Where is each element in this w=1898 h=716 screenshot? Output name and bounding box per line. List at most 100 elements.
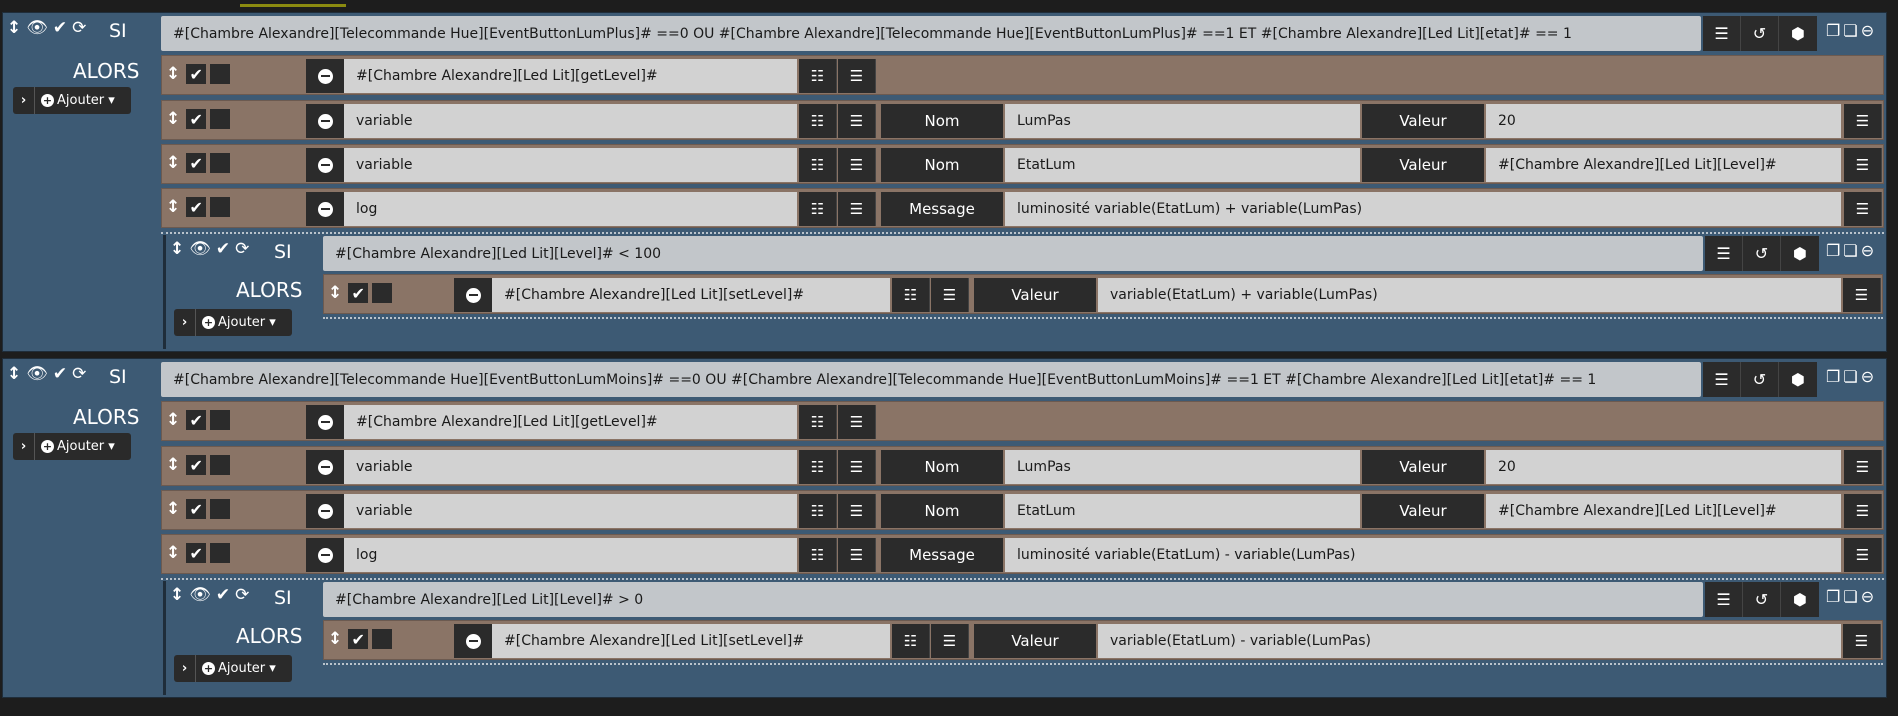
eye-icon[interactable]: 👁 — [189, 241, 211, 258]
remove-action-button[interactable] — [306, 538, 344, 572]
nested-condition-field[interactable]: #[Chambre Alexandre][Led Lit][Level]# > … — [323, 582, 1703, 617]
options-button[interactable]: ☰ — [1844, 192, 1882, 226]
remove-icon[interactable]: ⊖ — [1861, 21, 1874, 40]
command-field[interactable]: #[Chambre Alexandre][Led Lit][getLevel]# — [344, 405, 797, 439]
options-button[interactable]: ☰ — [1844, 494, 1882, 528]
drag-handle-icon[interactable]: ↕ — [166, 543, 180, 563]
add-button[interactable]: › + Ajouter ▾ — [174, 655, 292, 682]
enable-checkbox[interactable]: ✔ — [186, 543, 207, 563]
drag-handle-icon[interactable]: ↕ — [7, 20, 21, 37]
drag-handle-icon[interactable]: ↕ — [7, 366, 21, 383]
copy-icon[interactable]: ❐ — [1826, 367, 1840, 386]
value-field[interactable]: variable(EtatLum) - variable(LumPas) — [1098, 624, 1841, 658]
options-button[interactable]: ☰ — [838, 104, 876, 138]
options-button[interactable]: ☰ — [931, 624, 969, 658]
option-checkbox[interactable] — [210, 197, 231, 217]
condition-field[interactable]: #[Chambre Alexandre][Telecommande Hue][E… — [161, 362, 1701, 397]
remove-action-button[interactable] — [306, 450, 344, 484]
eye-icon[interactable]: 👁 — [189, 587, 211, 604]
enable-checkbox[interactable]: ✔ — [186, 410, 207, 430]
name-field[interactable]: EtatLum — [1005, 494, 1360, 528]
options-button[interactable]: ☰ — [838, 450, 876, 484]
name-field[interactable]: LumPas — [1005, 104, 1360, 138]
options-button[interactable]: ☰ — [931, 278, 969, 312]
value-field[interactable]: 20 — [1486, 104, 1841, 138]
add-button[interactable]: › + Ajouter ▾ — [13, 433, 131, 460]
message-field[interactable]: luminosité variable(EtatLum) + variable(… — [1005, 192, 1841, 226]
add-button[interactable]: › + Ajouter ▾ — [174, 309, 292, 336]
command-field[interactable]: #[Chambre Alexandre][Led Lit][getLevel]# — [344, 59, 797, 93]
command-field[interactable]: variable — [344, 104, 797, 138]
enable-checkbox[interactable]: ✔ — [186, 64, 207, 84]
select-cmd-button[interactable]: ☷ — [892, 278, 930, 312]
eye-icon[interactable]: 👁 — [26, 20, 48, 37]
add-button[interactable]: › + Ajouter ▾ — [13, 87, 131, 114]
value-field[interactable]: #[Chambre Alexandre][Led Lit][Level]# — [1486, 494, 1841, 528]
drag-handle-icon[interactable]: ↕ — [166, 197, 180, 217]
refresh-icon[interactable]: ⟳ — [235, 241, 249, 258]
history-icon[interactable]: ↺ — [1741, 16, 1779, 51]
drag-handle-icon[interactable]: ↕ — [166, 64, 180, 84]
drag-handle-icon[interactable]: ↕ — [170, 587, 184, 604]
option-checkbox[interactable] — [372, 283, 393, 303]
paste-icon[interactable]: ❏ — [1843, 587, 1857, 606]
option-checkbox[interactable] — [372, 629, 393, 649]
command-field[interactable]: log — [344, 538, 797, 572]
select-cmd-button[interactable]: ☷ — [799, 494, 837, 528]
paste-icon[interactable]: ❏ — [1843, 367, 1857, 386]
refresh-icon[interactable]: ⟳ — [72, 20, 86, 37]
copy-icon[interactable]: ❐ — [1826, 587, 1840, 606]
enable-checkbox[interactable]: ✔ — [186, 197, 207, 217]
remove-action-button[interactable] — [306, 59, 344, 93]
select-cmd-button[interactable]: ☷ — [892, 624, 930, 658]
chevron-right-icon[interactable]: › — [13, 87, 35, 114]
command-field[interactable]: #[Chambre Alexandre][Led Lit][setLevel]# — [492, 278, 890, 312]
chevron-right-icon[interactable]: › — [174, 655, 196, 682]
value-field[interactable]: #[Chambre Alexandre][Led Lit][Level]# — [1486, 148, 1841, 182]
options-button[interactable]: ☰ — [838, 59, 876, 93]
eye-icon[interactable]: 👁 — [26, 366, 48, 383]
enable-checkbox[interactable]: ✔ — [186, 153, 207, 173]
check-icon[interactable]: ✔ — [216, 241, 230, 258]
message-field[interactable]: luminosité variable(EtatLum) - variable(… — [1005, 538, 1841, 572]
command-field[interactable]: variable — [344, 494, 797, 528]
drag-handle-icon[interactable]: ↕ — [166, 109, 180, 129]
copy-icon[interactable]: ❐ — [1826, 21, 1840, 40]
select-cmd-button[interactable]: ☷ — [799, 148, 837, 182]
history-icon[interactable]: ↺ — [1741, 362, 1779, 397]
remove-action-button[interactable] — [306, 148, 344, 182]
options-button[interactable]: ☰ — [838, 538, 876, 572]
cube-icon[interactable]: ⬢ — [1779, 362, 1817, 397]
list-icon[interactable]: ☰ — [1703, 16, 1741, 51]
option-checkbox[interactable] — [210, 64, 231, 84]
option-checkbox[interactable] — [210, 410, 231, 430]
cube-icon[interactable]: ⬢ — [1781, 582, 1819, 617]
options-button[interactable]: ☰ — [1844, 538, 1882, 572]
paste-icon[interactable]: ❏ — [1843, 241, 1857, 260]
option-checkbox[interactable] — [210, 499, 231, 519]
enable-checkbox[interactable]: ✔ — [186, 455, 207, 475]
option-checkbox[interactable] — [210, 109, 231, 129]
command-field[interactable]: log — [344, 192, 797, 226]
check-icon[interactable]: ✔ — [53, 366, 67, 383]
select-cmd-button[interactable]: ☷ — [799, 450, 837, 484]
command-field[interactable]: #[Chambre Alexandre][Led Lit][setLevel]# — [492, 624, 890, 658]
enable-checkbox[interactable]: ✔ — [348, 629, 369, 649]
options-button[interactable]: ☰ — [838, 148, 876, 182]
remove-icon[interactable]: ⊖ — [1861, 587, 1874, 606]
refresh-icon[interactable]: ⟳ — [235, 587, 249, 604]
cube-icon[interactable]: ⬢ — [1781, 236, 1819, 271]
list-icon[interactable]: ☰ — [1703, 362, 1741, 397]
drag-handle-icon[interactable]: ↕ — [328, 283, 342, 303]
drag-handle-icon[interactable]: ↕ — [166, 499, 180, 519]
remove-action-button[interactable] — [306, 192, 344, 226]
copy-icon[interactable]: ❐ — [1826, 241, 1840, 260]
remove-action-button[interactable] — [306, 494, 344, 528]
remove-icon[interactable]: ⊖ — [1861, 367, 1874, 386]
options-button[interactable]: ☰ — [838, 192, 876, 226]
remove-action-button[interactable] — [454, 624, 492, 658]
refresh-icon[interactable]: ⟳ — [72, 366, 86, 383]
drag-handle-icon[interactable]: ↕ — [170, 241, 184, 258]
name-field[interactable]: LumPas — [1005, 450, 1360, 484]
command-field[interactable]: variable — [344, 148, 797, 182]
